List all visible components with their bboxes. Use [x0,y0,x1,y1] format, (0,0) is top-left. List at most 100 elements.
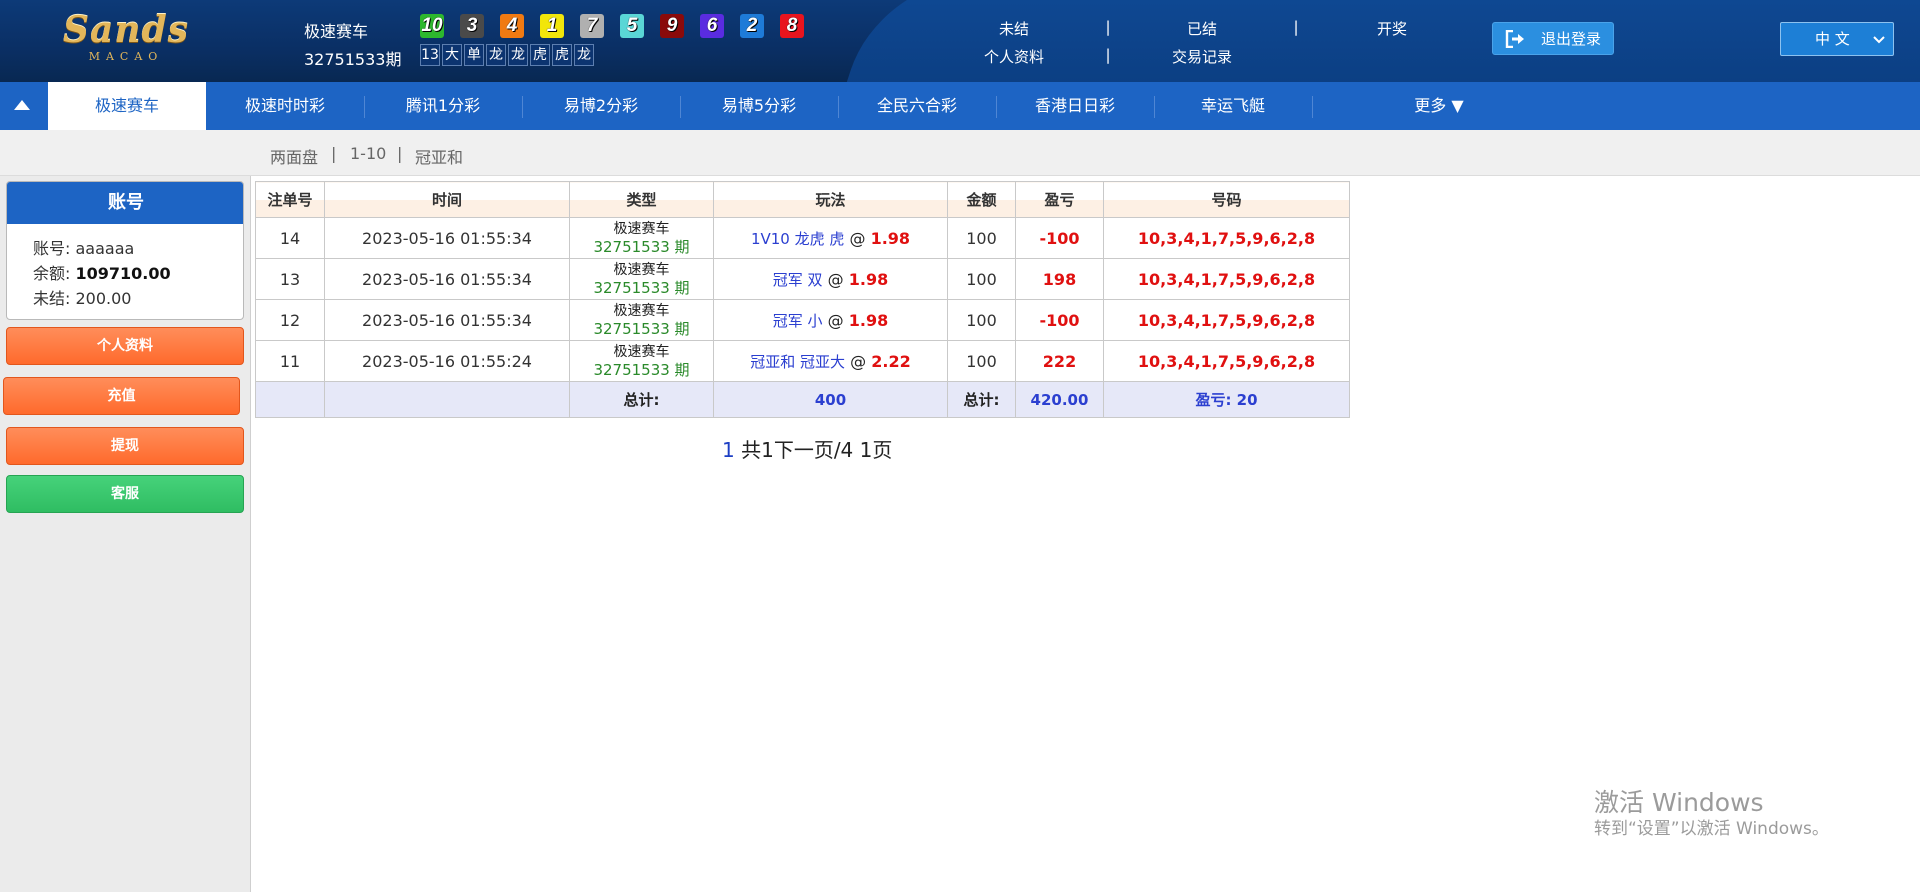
result-ball: 3 [460,14,484,38]
unsettled-label: 未结: [33,289,71,308]
bet-draw-numbers: 10,3,4,1,7,5,9,6,2,8 [1103,217,1350,259]
tab-more-dropdown[interactable]: 更多 ▼ [1374,82,1504,130]
result-stat: 龙 [574,44,594,66]
pagination: 1 共1下一页/4 1页 [722,434,892,463]
col-header-type: 类型 [569,181,714,218]
tab-quanmin-liuhecai[interactable]: 全民六合彩 [838,82,996,130]
breadcrumb-separator: | [397,144,403,163]
nav-profile[interactable]: 个人资料 [974,46,1054,67]
customer-service-button[interactable]: 客服 [6,475,244,513]
total-profit-loss: 盈亏: 20 [1103,381,1350,418]
balance-label: 余额: [33,264,71,283]
bet-records-table: 注单号 时间 类型 玩法 金额 盈亏 号码 14 2023-05-16 01:5… [255,181,1350,418]
top-header: Sands MACAO 极速赛车 32751533期 10 3 4 1 7 5 … [0,0,1920,82]
result-ball: 9 [660,14,684,38]
result-stat: 龙 [508,44,528,66]
bet-draw-numbers: 10,3,4,1,7,5,9,6,2,8 [1103,258,1350,300]
bet-period: 32751533 期 [593,278,690,297]
total-count: 400 [713,381,948,418]
bet-period: 32751533 期 [593,360,690,379]
unsettled-value: 200.00 [75,289,132,308]
nav-separator: | [1105,18,1111,36]
tab-lucky-airship[interactable]: 幸运飞艇 [1154,82,1312,130]
col-header-time: 时间 [324,181,570,218]
bet-draw-numbers: 10,3,4,1,7,5,9,6,2,8 [1103,299,1350,341]
bet-play: 1V10 龙虎 虎 [750,229,845,248]
breadcrumb-item-1-10[interactable]: 1-10 [350,144,386,163]
result-stat: 虎 [530,44,550,66]
bet-play-cell: 冠军 小 @ 1.98 [713,299,948,341]
bet-odds: 1.98 [870,228,911,248]
bet-profit-loss: -100 [1015,299,1104,341]
table-row: 12 2023-05-16 01:55:34 极速赛车 32751533 期 冠… [255,299,1350,341]
bet-id: 14 [255,217,325,259]
bet-type: 极速赛车 [613,261,670,278]
deposit-button[interactable]: 充值 [3,377,240,415]
tab-tencent-1min[interactable]: 腾讯1分彩 [364,82,522,130]
bet-id: 11 [255,340,325,382]
tab-yibo-5min[interactable]: 易博5分彩 [680,82,838,130]
withdraw-button[interactable]: 提现 [6,427,244,465]
breadcrumb: 两面盘 | 1-10 | 冠亚和 [0,130,1920,176]
breadcrumb-item-two-sides[interactable]: 两面盘 [270,144,318,168]
chevron-down-icon [1873,36,1885,44]
nav-separator: | [1293,18,1299,36]
tab-jisu-shishicai[interactable]: 极速时时彩 [206,82,364,130]
bet-play: 冠军 双 [772,270,823,289]
col-header-numbers: 号码 [1103,181,1350,218]
result-stat: 虎 [552,44,572,66]
total-label: 总计: [947,381,1016,418]
total-amount: 420.00 [1015,381,1104,418]
tab-jisu-saiche[interactable]: 极速赛车 [48,82,206,130]
result-ball: 5 [620,14,644,38]
col-header-play: 玩法 [713,181,948,218]
table-total-row: 总计: 400 总计: 420.00 盈亏: 20 [255,381,1350,418]
bet-play: 冠军 小 [772,311,823,330]
nav-draw-results[interactable]: 开奖 [1352,18,1432,39]
result-ball: 1 [540,14,564,38]
logout-icon [1505,30,1524,48]
breadcrumb-separator: | [331,144,337,163]
username-value: aaaaaa [75,239,135,258]
table-row: 11 2023-05-16 01:55:24 极速赛车 32751533 期 冠… [255,340,1350,382]
bet-type: 极速赛车 [613,302,670,319]
watermark-line-1: 激活 Windows [1594,788,1764,817]
nav-transactions[interactable]: 交易记录 [1162,46,1242,67]
account-balance-row: 余额: 109710.00 [33,260,171,284]
bet-draw-numbers: 10,3,4,1,7,5,9,6,2,8 [1103,340,1350,382]
odds-at: @ [849,228,866,248]
bet-id: 13 [255,258,325,300]
triangle-up-icon [14,100,30,110]
odds-at: @ [850,351,867,371]
sands-logo[interactable]: Sands MACAO [56,9,196,63]
logo-text: Sands [63,9,189,51]
bet-play-cell: 冠亚和 冠亚大 @ 2.22 [713,340,948,382]
bet-time: 2023-05-16 01:55:34 [324,299,570,341]
logout-button[interactable]: 退出登录 [1492,22,1614,55]
col-header-profit-loss: 盈亏 [1015,181,1104,218]
tab-hongkong-daily[interactable]: 香港日日彩 [996,82,1154,130]
breadcrumb-item-guanyahe[interactable]: 冠亚和 [415,144,463,168]
username-label: 账号: [33,239,71,258]
current-page-link[interactable]: 1 [722,438,735,462]
collapse-toggle-button[interactable] [0,82,48,130]
bet-profit-loss: 198 [1015,258,1104,300]
nav-unsettled[interactable]: 未结 [974,18,1054,39]
profile-button[interactable]: 个人资料 [6,327,244,365]
col-header-bet-id: 注单号 [255,181,325,218]
language-select[interactable]: 中 文 [1780,22,1894,56]
total-label: 总计: [569,381,714,418]
bet-odds: 1.98 [848,269,889,289]
bet-amount: 100 [947,217,1016,259]
result-ball: 6 [700,14,724,38]
result-stat: 单 [464,44,484,66]
nav-settled[interactable]: 已结 [1162,18,1242,39]
account-sidebar: 账号 账号: aaaaaa 余额: 109710.00 未结: 200.00 个… [0,176,251,892]
bet-profit-loss: 222 [1015,340,1104,382]
bet-odds: 2.22 [871,351,911,371]
bet-type-cell: 极速赛车 32751533 期 [569,217,714,259]
tab-yibo-2min[interactable]: 易博2分彩 [522,82,680,130]
game-period: 32751533期 [304,50,402,69]
bet-time: 2023-05-16 01:55:34 [324,217,570,259]
account-username-row: 账号: aaaaaa [33,235,134,259]
